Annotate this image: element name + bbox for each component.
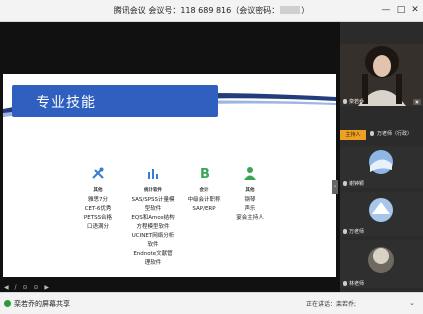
meeting-title-text: 腾讯会议 会议号：118 689 816（会议密码：	[113, 6, 280, 15]
speaker-video-feed	[340, 44, 423, 106]
bitcoin-b-icon: B	[200, 167, 210, 182]
mic-icon	[370, 131, 374, 136]
maximize-button[interactable]: □	[395, 4, 407, 16]
skill-line: Endnote文献管	[133, 251, 173, 257]
mic-icon	[343, 229, 347, 234]
participant-caption: 谢钟颖	[343, 180, 364, 187]
participant-name: 谢钟颖	[349, 181, 365, 187]
participant-video-2[interactable]: 谢钟颖	[340, 146, 423, 188]
slide: 专业技能 其他 雅思7分 CET-6优秀 PETSS合格 口语满分 统计软件 S…	[3, 74, 336, 277]
skill-column-other: 其他 钢琴 声乐 宴会主持人	[225, 166, 275, 223]
skill-line: 型软件	[144, 206, 162, 212]
skill-column-language: 其他 雅思7分 CET-6优秀 PETSS合格 口语满分	[73, 166, 123, 232]
participant-video-3[interactable]: 万老师	[340, 192, 423, 236]
person-icon	[244, 167, 256, 180]
skill-line: 宴会主持人	[236, 215, 264, 221]
share-status-icon	[4, 300, 11, 307]
skill-line: SAS/SPSS计量模	[131, 197, 175, 203]
mic-icon	[343, 99, 347, 104]
password-mask	[280, 6, 301, 14]
slide-title: 专业技能	[36, 95, 96, 111]
speaking-indicator: 正在讲话：栾若乔;	[306, 301, 357, 308]
status-bar: 栾若乔的屏幕共享 正在讲话：栾若乔; ⌄	[0, 292, 423, 314]
column-heading: 会计	[199, 188, 209, 193]
participant-caption: 林老师	[343, 280, 364, 287]
minimize-button[interactable]: —	[380, 4, 392, 16]
slide-controls[interactable]: ◀ / ⊙ ⊙ ▶	[4, 284, 51, 291]
tools-icon	[92, 167, 104, 179]
title-bar: 腾讯会议 会议号：118 689 816（会议密码： ） — □ ✕	[0, 0, 423, 22]
participant-name: 林老师	[349, 281, 365, 287]
skill-line: EQS和Amos结构	[131, 215, 175, 221]
skill-line: PETSS合格	[83, 215, 113, 221]
skill-line: 软件	[147, 242, 159, 248]
skill-line: 钢琴	[244, 197, 256, 203]
participants-panel: 栾若乔 ▣ 主持人 万老师（行政） 谢钟颖 万老师 林老师	[340, 22, 423, 292]
skill-line: 口语满分	[86, 224, 109, 230]
skill-line: 声乐	[244, 206, 256, 212]
skill-line: 中级会计职称	[187, 197, 221, 203]
skill-line: 理软件	[144, 260, 162, 266]
mic-icon	[343, 281, 347, 286]
meeting-title: 腾讯会议 会议号：118 689 816（会议密码： ）	[0, 5, 423, 16]
skill-column-accounting: B 会计 中级会计职称 SAP/ERP	[179, 166, 229, 214]
screen-share-indicator[interactable]: 栾若乔的屏幕共享	[4, 299, 70, 309]
share-label-text: 栾若乔的屏幕共享	[14, 300, 70, 308]
participant-caption: 栾若乔	[343, 98, 364, 105]
participant-name: 万老师（行政）	[377, 131, 413, 137]
bar-chart-icon	[148, 169, 158, 179]
host-tag: 主持人	[340, 130, 366, 140]
skill-line: 雅思7分	[88, 197, 108, 203]
participant-video-0[interactable]: 栾若乔 ▣	[340, 44, 423, 106]
chevron-down-icon[interactable]: ⌄	[407, 297, 417, 309]
svg-text:B: B	[200, 167, 210, 180]
participant-caption: 万老师	[343, 228, 364, 235]
skill-column-software: 统计软件 SAS/SPSS计量模 型软件 EQS和Amos结构 方程模型软件 U…	[123, 166, 183, 268]
meeting-title-tail: ）	[301, 6, 310, 15]
skill-line: CET-6优秀	[84, 206, 112, 212]
skill-line: UCINET网络分析	[131, 233, 175, 239]
shared-screen: 专业技能 其他 雅思7分 CET-6优秀 PETSS合格 口语满分 统计软件 S…	[0, 22, 340, 292]
close-button[interactable]: ✕	[409, 4, 421, 16]
participant-name: 万老师	[349, 229, 365, 235]
participant-row-1[interactable]: 万老师（行政）	[366, 128, 423, 140]
video-badge-icon: ▣	[413, 99, 421, 105]
column-heading: 其他	[245, 188, 255, 193]
mic-icon	[343, 181, 347, 186]
participant-name: 栾若乔	[349, 99, 365, 105]
title-banner: 专业技能	[12, 85, 218, 117]
column-heading: 统计软件	[144, 188, 162, 193]
skill-line: 方程模型软件	[136, 224, 170, 230]
next-slide-arrow[interactable]: ›	[332, 180, 338, 194]
column-heading: 其他	[93, 188, 103, 193]
skill-line: SAP/ERP	[192, 206, 216, 212]
participant-video-4[interactable]: 林老师	[340, 240, 423, 288]
